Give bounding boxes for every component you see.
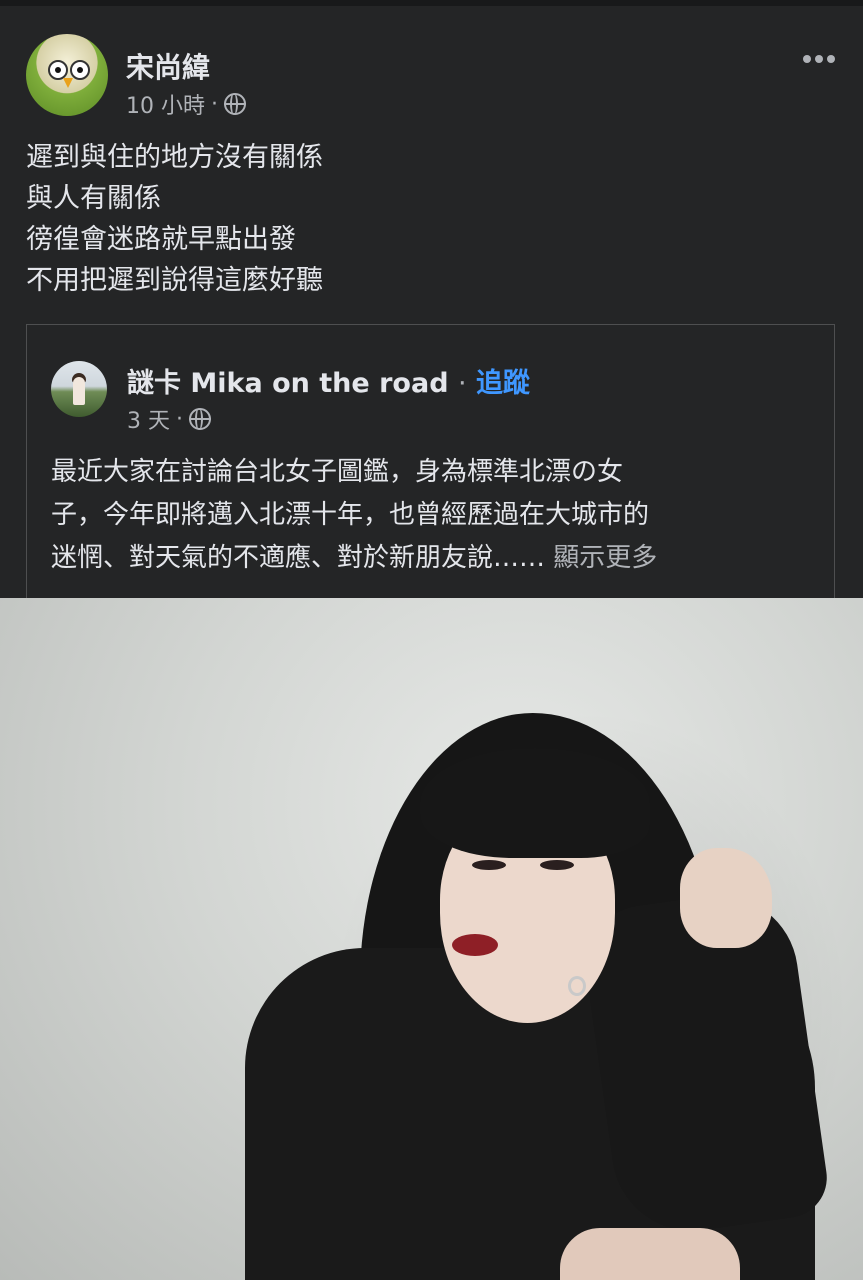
globe-icon xyxy=(189,408,211,430)
shared-body: 最近大家在討論台北女子圖鑑，身為標準北漂の女 子，今年即將邁入北漂十年，也曾經歷… xyxy=(51,451,821,580)
post-line: 不用把遲到說得這麼好聽 xyxy=(26,265,323,296)
post-line: 與人有關係 xyxy=(26,183,161,214)
shared-separator: · xyxy=(457,368,467,399)
author-avatar[interactable] xyxy=(26,34,108,116)
avatar-person xyxy=(73,377,85,405)
post-line: 徬徨會迷路就早點出發 xyxy=(26,224,296,255)
shared-photo[interactable] xyxy=(0,598,863,1280)
status-bar xyxy=(0,0,863,6)
shared-meta-separator: · xyxy=(176,406,183,432)
shared-time[interactable]: 3 天 xyxy=(127,403,170,435)
see-more-link[interactable]: 顯示更多 xyxy=(553,543,657,573)
globe-icon xyxy=(224,93,246,115)
shared-line-text: 迷惘、對天氣的不適應、對於新朋友說…… xyxy=(51,543,546,573)
owl-eye-right xyxy=(70,60,90,80)
author-name[interactable]: 宋尚緯 xyxy=(126,46,210,86)
shared-line: 子，今年即將邁入北漂十年，也曾經歷過在大城市的 xyxy=(51,500,650,530)
photo-leg xyxy=(560,1228,740,1280)
post-body: 遲到與住的地方沒有關係 與人有關係 徬徨會迷路就早點出發 不用把遲到說得這麼好聽 xyxy=(26,137,826,301)
more-horizontal-icon[interactable] xyxy=(803,48,841,63)
shared-meta: 3 天 · xyxy=(127,403,211,435)
photo-earring xyxy=(568,976,586,996)
post-line: 遲到與住的地方沒有關係 xyxy=(26,142,323,173)
post-time[interactable]: 10 小時 xyxy=(126,88,205,120)
meta-separator: · xyxy=(211,91,218,117)
shared-post-card[interactable]: 謎卡 Mika on the road · 追蹤 3 天 · 最近大家在討論台北… xyxy=(26,324,835,598)
photo-lips xyxy=(452,934,498,956)
owl-eye-left xyxy=(48,60,68,80)
shared-author-avatar[interactable] xyxy=(51,361,107,417)
post-meta: 10 小時 · xyxy=(126,88,246,120)
follow-button[interactable]: 追蹤 xyxy=(476,368,530,399)
owl-beak xyxy=(63,78,73,88)
post-header: 宋尚緯 10 小時 · xyxy=(0,30,863,120)
photo-eye-right xyxy=(540,860,574,870)
shared-line-last: 迷惘、對天氣的不適應、對於新朋友說…… 顯示更多 xyxy=(51,537,821,580)
shared-line: 最近大家在討論台北女子圖鑑，身為標準北漂の女 xyxy=(51,457,624,487)
photo-eye-left xyxy=(472,860,506,870)
photo-bangs xyxy=(420,748,650,858)
shared-author-name[interactable]: 謎卡 Mika on the road xyxy=(127,368,449,399)
photo-hand xyxy=(680,848,772,948)
shared-author-row: 謎卡 Mika on the road · 追蹤 xyxy=(127,361,530,400)
